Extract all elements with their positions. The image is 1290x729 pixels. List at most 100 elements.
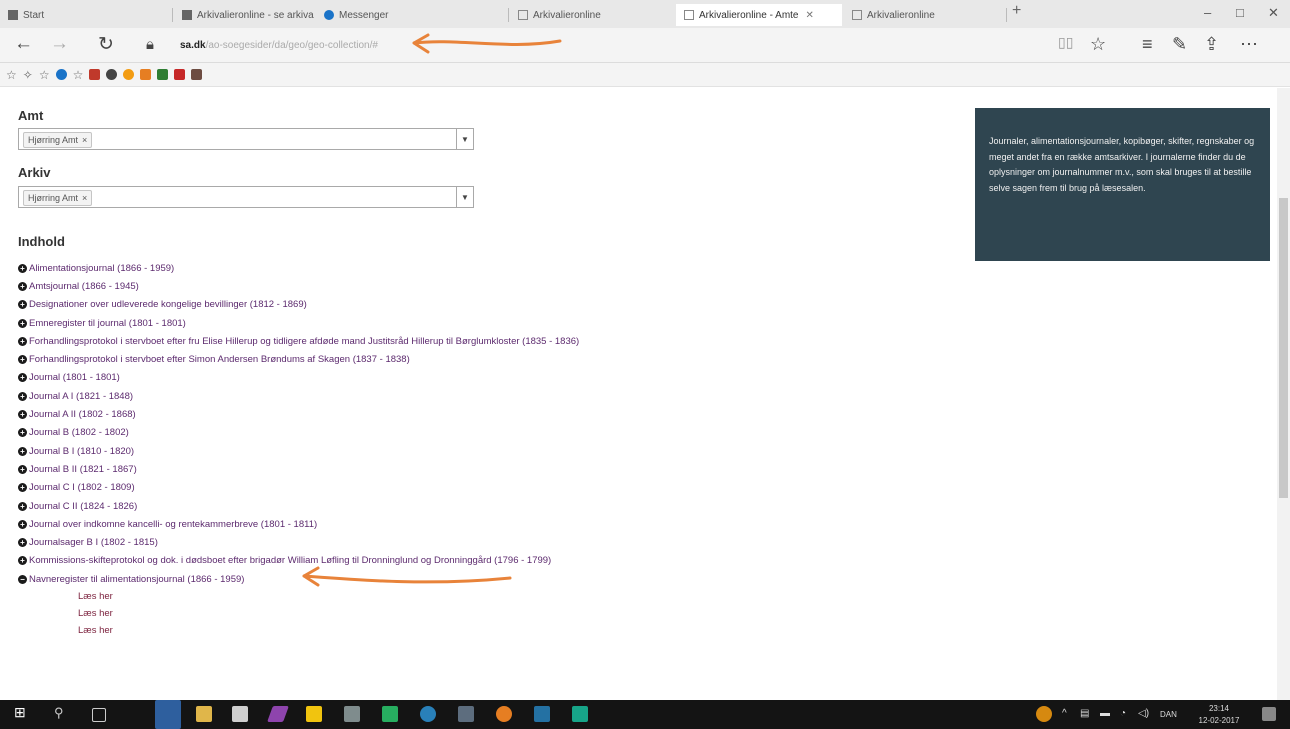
tree-item-link[interactable]: Journal C II (1824 - 1826) <box>29 501 137 512</box>
tab-arkivalieronline-1[interactable]: Arkivalieronline <box>510 4 675 26</box>
tree-item[interactable]: + Journal A II (1802 - 1868) <box>18 405 579 423</box>
tree-item[interactable]: + Emneregister til journal (1801 - 1801) <box>18 314 579 332</box>
tree-item-link[interactable]: Journal over indkomne kancelli- og rente… <box>29 519 317 530</box>
expand-icon[interactable]: + <box>18 446 27 456</box>
tree-item[interactable]: + Forhandlingsprotokol i stervboet efter … <box>18 332 579 350</box>
tree-item-link[interactable]: Journal B I (1810 - 1820) <box>29 446 134 457</box>
expand-icon[interactable]: + <box>18 281 27 291</box>
word-icon[interactable] <box>534 706 550 722</box>
battery-icon[interactable]: ▬ <box>1100 708 1110 719</box>
tree-item-link[interactable]: Journal A I (1821 - 1848) <box>29 391 133 402</box>
tray-chevron-icon[interactable]: ^ <box>1062 708 1067 719</box>
notes-icon[interactable] <box>306 706 322 722</box>
tree-item[interactable]: + Journal over indkomne kancelli- og rent… <box>18 515 579 533</box>
share-icon[interactable]: ⇪ <box>1204 34 1219 55</box>
expand-icon[interactable]: + <box>18 483 27 493</box>
tree-item-link[interactable]: Journalsager B I (1802 - 1815) <box>29 537 158 548</box>
expand-icon[interactable]: + <box>18 355 27 365</box>
star-icon[interactable]: ☆ <box>73 68 84 82</box>
forward-button[interactable]: → <box>50 33 69 55</box>
web-note-icon[interactable]: ✎ <box>1172 34 1187 55</box>
network-icon[interactable]: ▤ <box>1080 708 1089 719</box>
arkiv-select[interactable]: Hjørring Amt × ▼ <box>18 186 474 208</box>
expand-icon[interactable]: + <box>18 464 27 474</box>
tree-item-link[interactable]: Forhandlingsprotokol i stervboet efter f… <box>29 336 579 347</box>
tree-item-link[interactable]: Forhandlingsprotokol i stervboet efter S… <box>29 354 410 365</box>
dropdown-arrow-icon[interactable]: ▼ <box>456 187 473 207</box>
scrollbar-thumb[interactable] <box>1279 198 1288 498</box>
expand-icon[interactable]: + <box>18 428 27 438</box>
close-window-button[interactable]: ✕ <box>1268 5 1279 21</box>
tree-item-expanded[interactable]: − Navneregister til alimentationsjournal … <box>18 566 579 588</box>
tree-item-link[interactable]: Journal C I (1802 - 1809) <box>29 482 135 493</box>
tree-item-link[interactable]: Designationer over udleverede kongelige … <box>29 299 307 310</box>
favorite-star-icon[interactable]: ☆ <box>1090 34 1106 55</box>
tree-item[interactable]: + Journal C II (1824 - 1826) <box>18 497 579 515</box>
back-button[interactable]: ← <box>14 33 33 55</box>
refresh-button[interactable]: ↻ <box>98 33 114 56</box>
tree-item[interactable]: + Journal C I (1802 - 1809) <box>18 479 579 497</box>
star-icon[interactable]: ☆ <box>39 68 50 82</box>
expand-icon[interactable]: + <box>18 318 27 328</box>
tab-start[interactable]: Start <box>0 4 170 26</box>
reading-view-icon[interactable]: ▯▯ <box>1058 34 1073 51</box>
windows-start-icon[interactable]: ⊞ <box>14 704 30 720</box>
flag-favicon-icon[interactable] <box>89 69 101 80</box>
dropdown-arrow-icon[interactable]: ▼ <box>456 129 473 149</box>
language-indicator[interactable]: DAN <box>1160 710 1177 719</box>
address-bar[interactable]: sa.dk /ao-soegesider/da/geo/geo-collecti… <box>180 36 378 54</box>
read-here-link[interactable]: Læs her <box>18 588 579 605</box>
hub-icon[interactable]: ≡ <box>1142 34 1153 55</box>
expand-icon[interactable]: + <box>18 556 27 566</box>
tree-item-link[interactable]: Journal A II (1802 - 1868) <box>29 409 136 420</box>
expand-icon[interactable]: + <box>18 501 27 511</box>
tree-item[interactable]: + Forhandlingsprotokol i stervboet efter … <box>18 350 579 368</box>
arkiv-selected-chip[interactable]: Hjørring Amt × <box>23 190 93 206</box>
t-favicon-icon[interactable] <box>140 69 152 80</box>
scrollbar[interactable] <box>1277 88 1290 700</box>
dark-favicon-icon[interactable] <box>106 69 118 80</box>
collapse-icon[interactable]: − <box>18 574 27 584</box>
info-app-icon[interactable] <box>420 706 436 722</box>
expand-icon[interactable]: + <box>18 519 27 529</box>
tab-messenger[interactable]: Messenger <box>316 4 506 26</box>
clock-date[interactable]: 12-02-2017 <box>1198 716 1240 725</box>
more-icon[interactable]: ⋯ <box>1240 34 1258 55</box>
tree-item[interactable]: + Journalsager B I (1802 - 1815) <box>18 533 579 551</box>
chip-remove-icon[interactable]: × <box>82 133 87 147</box>
notifications-icon[interactable] <box>1262 707 1276 721</box>
tree-item[interactable]: + Journal B I (1810 - 1820) <box>18 442 579 460</box>
wifi-icon[interactable]: ◔ <box>1120 708 1126 719</box>
search-icon[interactable]: ⚲ <box>54 705 70 721</box>
maximize-button[interactable]: □ <box>1236 5 1244 20</box>
edge-browser-icon[interactable] <box>155 700 181 729</box>
expand-icon[interactable]: + <box>18 538 27 548</box>
chip-remove-icon[interactable]: × <box>82 191 87 205</box>
tree-item[interactable]: + Designationer over udleverede kongelige… <box>18 296 579 314</box>
minimize-button[interactable]: – <box>1204 5 1211 20</box>
image-app-icon[interactable] <box>572 706 588 722</box>
expand-icon[interactable]: + <box>18 336 27 346</box>
tree-item-link[interactable]: Alimentationsjournal (1866 - 1959) <box>29 263 174 274</box>
new-tab-button[interactable]: + <box>1012 2 1021 20</box>
task-view-icon[interactable] <box>92 708 106 722</box>
tray-app-icon[interactable] <box>1036 706 1052 722</box>
tree-item-link[interactable]: Emneregister til journal (1801 - 1801) <box>29 318 186 329</box>
tab-arkivalieronline-amte[interactable]: Arkivalieronline - Amte ✕ <box>676 4 842 26</box>
orange-favicon-icon[interactable] <box>123 69 135 80</box>
read-here-link[interactable]: Læs her <box>18 622 579 639</box>
green-favicon-icon[interactable] <box>157 69 169 80</box>
expand-icon[interactable]: + <box>18 300 27 310</box>
tree-item-link[interactable]: Journal (1801 - 1801) <box>29 372 120 383</box>
amt-selected-chip[interactable]: Hjørring Amt × <box>23 132 93 148</box>
star-icon[interactable]: ✧ <box>23 68 33 82</box>
star-icon[interactable]: ☆ <box>6 68 17 82</box>
tab-arkivalieronline-se[interactable]: Arkivalieronline - se arkivali <box>174 4 314 26</box>
circle-favicon-icon[interactable] <box>55 69 67 80</box>
tree-item-link[interactable]: Navneregister til alimentationsjournal (… <box>29 574 244 585</box>
tree-item[interactable]: + Alimentationsjournal (1866 - 1959) <box>18 259 579 277</box>
tree-item-link[interactable]: Journal B II (1821 - 1867) <box>29 464 137 475</box>
photos-icon[interactable] <box>458 706 474 722</box>
volume-icon[interactable]: ◁) <box>1138 708 1149 719</box>
tree-item[interactable]: + Journal (1801 - 1801) <box>18 369 579 387</box>
